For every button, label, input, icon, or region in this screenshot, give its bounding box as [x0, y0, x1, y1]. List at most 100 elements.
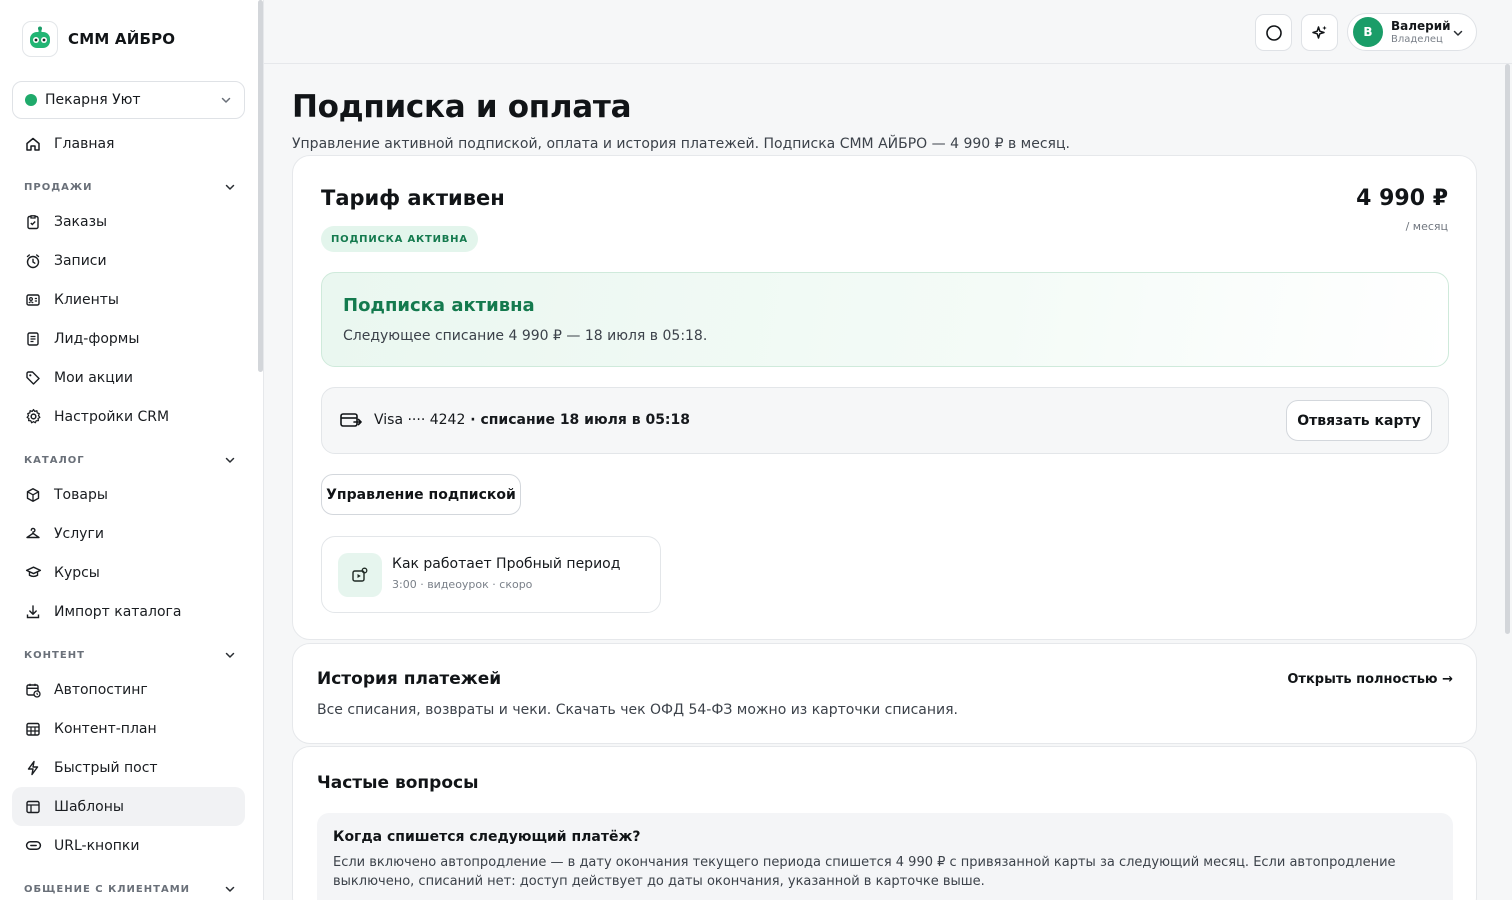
workspace-selector[interactable]: Пекарня Уют — [12, 81, 245, 119]
faq-answer: Если включено автопродление — в дату око… — [333, 855, 1396, 889]
sidebar-item-label: Настройки CRM — [54, 408, 170, 425]
sidebar-item-clients[interactable]: Клиенты — [12, 280, 245, 319]
payment-card-row: Visa ···· 4242 · списание 18 июля в 05:1… — [321, 387, 1449, 454]
sidebar-item-crm-settings[interactable]: Настройки CRM — [12, 397, 245, 436]
sidebar-item-templates[interactable]: Шаблоны — [12, 787, 245, 826]
video-title: Как работает Пробный период — [392, 556, 621, 572]
manage-subscription-button[interactable]: Управление подпиской — [321, 474, 521, 515]
plan-period: / месяц — [1405, 220, 1448, 233]
avatar: В — [1353, 17, 1383, 47]
chevron-down-icon — [224, 454, 236, 466]
active-notice-text: Следующее списание 4 990 ₽ — 18 июля в 0… — [343, 328, 708, 344]
sidebar-item-lead-forms[interactable]: Лид-формы — [12, 319, 245, 358]
sidebar-item-bookings[interactable]: Записи — [12, 241, 245, 280]
layout-icon — [24, 798, 42, 816]
brand[interactable]: СММ АЙБРО — [22, 21, 175, 57]
sidebar-section-label: КОНТЕНТ — [24, 649, 85, 661]
plan-title: Тариф активен — [321, 186, 505, 210]
form-icon — [24, 330, 42, 348]
grid-calendar-icon — [24, 720, 42, 738]
sidebar-item-home[interactable]: Главная — [12, 124, 245, 163]
sidebar-scrollbar[interactable] — [258, 0, 263, 372]
sidebar-item-label: URL-кнопки — [54, 837, 140, 854]
sidebar-item-content-plan[interactable]: Контент-план — [12, 709, 245, 748]
sidebar-item-orders[interactable]: Заказы — [12, 202, 245, 241]
sparkles-icon — [1311, 24, 1329, 42]
sidebar-item-label: Курсы — [54, 564, 100, 581]
brand-name: СММ АЙБРО — [68, 30, 176, 48]
user-role: Владелец — [1391, 33, 1443, 45]
open-history-link[interactable]: Открыть полностью → — [1287, 672, 1453, 687]
sidebar-item-label: Записи — [54, 252, 107, 269]
sidebar-section-content[interactable]: КОНТЕНТ — [24, 647, 236, 663]
chevron-down-icon — [224, 649, 236, 661]
download-icon — [24, 603, 42, 621]
sidebar-section-label: ПРОДАЖИ — [24, 181, 93, 193]
calendar-clock-icon — [24, 681, 42, 699]
chevron-down-icon — [1452, 27, 1464, 39]
box-icon — [24, 486, 42, 504]
sidebar-item-label: Заказы — [54, 213, 108, 230]
sidebar-item-courses[interactable]: Курсы — [12, 553, 245, 592]
sidebar-item-quick-post[interactable]: Быстрый пост — [12, 748, 245, 787]
contacts-icon — [24, 291, 42, 309]
plan-card: Тариф активен ПОДПИСКА АКТИВНА 4 990 ₽ /… — [292, 155, 1477, 640]
sidebar-item-label: Быстрый пост — [54, 759, 158, 776]
sidebar-item-url-buttons[interactable]: URL-кнопки — [12, 826, 245, 865]
sidebar-item-autoposting[interactable]: Автопостинг — [12, 670, 245, 709]
page-title: Подписка и оплата — [292, 89, 632, 125]
user-menu[interactable]: В Валерий Владелец — [1347, 13, 1477, 51]
video-icon — [338, 553, 382, 597]
sidebar-section-communication[interactable]: ОБЩЕНИЕ С КЛИЕНТАМИ — [24, 881, 236, 897]
history-title: История платежей — [317, 669, 502, 689]
unlink-card-button[interactable]: Отвязать карту — [1286, 400, 1432, 441]
sidebar-item-label: Лид-формы — [54, 330, 140, 347]
sidebar-item-services[interactable]: Услуги — [12, 514, 245, 553]
ai-assistant-button[interactable] — [1301, 14, 1338, 51]
faq-title: Частые вопросы — [317, 773, 479, 793]
graduation-cap-icon — [24, 564, 42, 582]
faq-question: Когда спишется следующий платёж? — [333, 829, 641, 845]
video-lesson-card[interactable]: Как работает Пробный период 3:00 · видео… — [321, 536, 661, 613]
sidebar-section-label: КАТАЛОГ — [24, 454, 85, 466]
tag-icon — [24, 369, 42, 387]
sidebar-item-label: Услуги — [54, 525, 104, 542]
sidebar-item-label: Мои акции — [54, 369, 133, 386]
payment-card-info: Visa ···· 4242 · списание 18 июля в 05:1… — [374, 412, 690, 428]
sidebar-item-label: Импорт каталога — [54, 603, 182, 620]
sidebar-item-label: Товары — [54, 486, 108, 503]
sidebar: СММ АЙБРО Пекарня Уют Главная ПРОДАЖИ За… — [0, 0, 264, 900]
user-name: Валерий — [1391, 18, 1451, 33]
history-text: Все списания, возвраты и чеки. Скачать ч… — [317, 702, 958, 718]
faq-card: Частые вопросы Когда спишется следующий … — [292, 746, 1477, 900]
status-circle-button[interactable] — [1255, 14, 1292, 51]
chevron-down-icon — [220, 94, 232, 106]
status-badge: ПОДПИСКА АКТИВНА — [321, 226, 478, 252]
hanger-icon — [24, 525, 42, 543]
sidebar-section-catalog[interactable]: КАТАЛОГ — [24, 452, 236, 468]
gear-icon — [24, 408, 42, 426]
chevron-down-icon — [224, 883, 236, 895]
sidebar-item-label: Главная — [54, 135, 115, 152]
sidebar-item-label: Клиенты — [54, 291, 119, 308]
card-transfer-icon — [340, 411, 362, 431]
circle-icon — [1265, 24, 1283, 42]
faq-item[interactable]: Когда спишется следующий платёж? Если вк… — [317, 813, 1453, 900]
sidebar-section-sales[interactable]: ПРОДАЖИ — [24, 179, 236, 195]
lightning-icon — [24, 759, 42, 777]
sidebar-item-promotions[interactable]: Мои акции — [12, 358, 245, 397]
sidebar-item-catalog-import[interactable]: Импорт каталога — [12, 592, 245, 631]
video-meta: 3:00 · видеоурок · скоро — [392, 578, 533, 591]
main-scrollbar[interactable] — [1505, 64, 1510, 634]
robot-logo-icon — [22, 21, 58, 57]
workspace-status-dot — [25, 94, 37, 106]
card-number: Visa ···· 4242 — [374, 412, 466, 428]
home-icon — [24, 135, 42, 153]
link-button-icon — [24, 837, 42, 855]
clock-icon — [24, 252, 42, 270]
topbar — [264, 0, 1512, 64]
sidebar-item-products[interactable]: Товары — [12, 475, 245, 514]
active-notice-title: Подписка активна — [343, 295, 535, 316]
sidebar-section-label: ОБЩЕНИЕ С КЛИЕНТАМИ — [24, 883, 191, 895]
page-subtitle: Управление активной подпиской, оплата и … — [292, 136, 1070, 152]
